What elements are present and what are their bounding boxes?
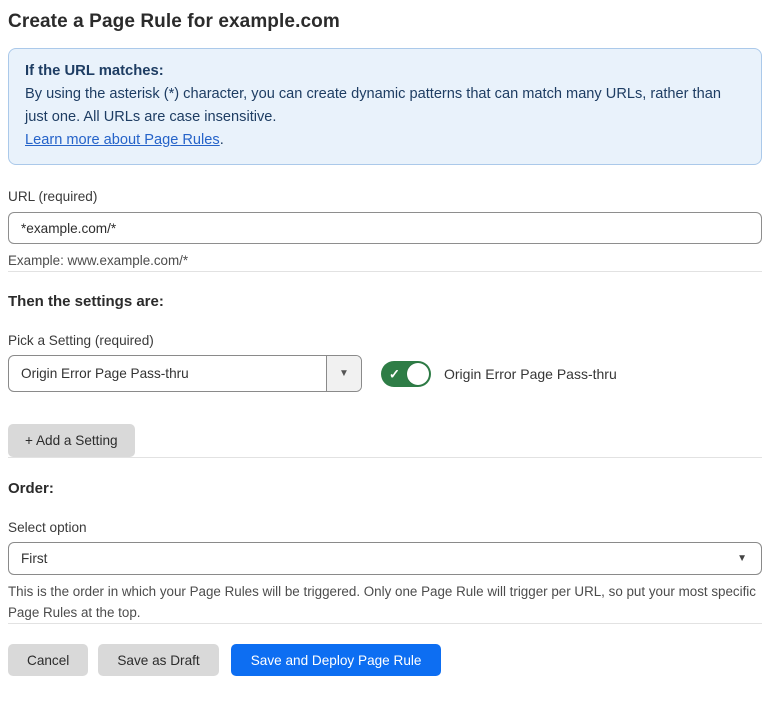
origin-error-toggle[interactable]: ✓ xyxy=(381,360,431,387)
order-help-text: This is the order in which your Page Rul… xyxy=(8,584,756,620)
setting-row: Origin Error Page Pass-thru ▼ ✓ Origin E… xyxy=(8,355,762,392)
footer-actions: Cancel Save as Draft Save and Deploy Pag… xyxy=(8,644,762,676)
order-select-value: First xyxy=(21,551,48,566)
url-match-info-callout: If the URL matches: By using the asteris… xyxy=(8,48,762,165)
setting-dropdown-button[interactable]: ▼ xyxy=(326,356,361,391)
order-select[interactable]: First ▼ xyxy=(8,542,762,575)
section-divider xyxy=(8,271,762,272)
info-link-line: Learn more about Page Rules. xyxy=(25,129,745,152)
order-select-label: Select option xyxy=(8,520,87,535)
toggle-label: Origin Error Page Pass-thru xyxy=(444,365,617,382)
setting-dropdown-value: Origin Error Page Pass-thru xyxy=(21,366,189,381)
info-heading: If the URL matches: xyxy=(25,63,164,79)
section-divider xyxy=(8,457,762,458)
url-example-help: Example: www.example.com/* xyxy=(8,253,189,268)
learn-more-link[interactable]: Learn more about Page Rules xyxy=(25,132,220,148)
url-input[interactable] xyxy=(8,212,762,244)
url-field-label: URL (required) xyxy=(8,189,98,204)
order-section-heading: Order: xyxy=(8,480,54,497)
setting-picker-label: Pick a Setting (required) xyxy=(8,333,154,348)
add-setting-button[interactable]: + Add a Setting xyxy=(8,424,135,457)
footer-divider xyxy=(8,623,762,624)
create-page-rule-form: Create a Page Rule for example.com If th… xyxy=(0,0,770,676)
caret-down-icon: ▼ xyxy=(339,368,349,379)
info-body-text: By using the asterisk (*) character, you… xyxy=(25,86,721,125)
toggle-knob xyxy=(407,362,429,385)
caret-down-icon: ▼ xyxy=(737,553,747,564)
check-icon: ✓ xyxy=(389,366,400,381)
save-and-deploy-button[interactable]: Save and Deploy Page Rule xyxy=(230,644,442,676)
settings-section-heading: Then the settings are: xyxy=(8,293,164,310)
save-as-draft-button[interactable]: Save as Draft xyxy=(98,644,219,676)
cancel-button[interactable]: Cancel xyxy=(8,644,89,676)
link-suffix: . xyxy=(219,132,224,148)
page-title: Create a Page Rule for example.com xyxy=(8,11,340,32)
setting-dropdown[interactable]: Origin Error Page Pass-thru ▼ xyxy=(8,355,362,392)
